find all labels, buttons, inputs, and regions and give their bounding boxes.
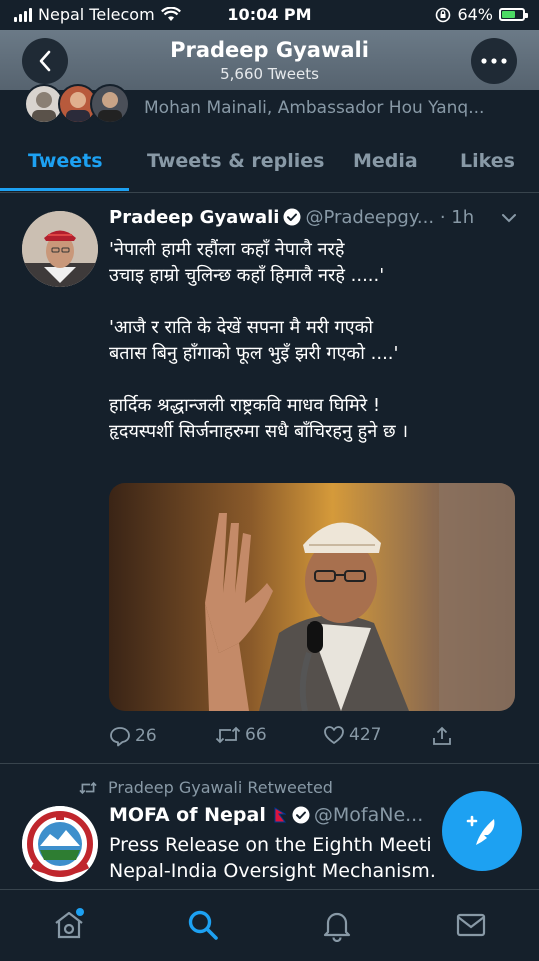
chevron-down-icon[interactable] [501,213,517,223]
nepal-flag-icon [274,807,287,823]
nav-messages[interactable] [454,908,488,946]
mail-icon [456,913,486,937]
share-button[interactable] [431,725,453,747]
profile-header-bar: Pradeep Gyawali 5,660 Tweets [0,30,539,90]
tweet-paragraph: 'नेपाली हामी रहौंला कहाँ नेपालै नरहे उचा… [109,239,385,286]
retweet-icon [215,726,241,744]
retweeted-header: MOFA of Nepal @MofaNe... [109,804,423,826]
tweet-count: 5,660 Tweets [220,65,319,83]
share-icon [433,726,451,745]
nav-home[interactable] [52,908,86,946]
reply-count: 26 [135,726,157,746]
retweeted-author-name[interactable]: MOFA of Nepal [109,804,266,826]
mofa-emblem-avatar[interactable] [22,806,98,882]
compose-feather-icon [466,815,495,845]
heart-icon [324,726,344,744]
profile-tabs: Tweets Tweets & replies Media Likes [0,140,539,193]
tweet-photo[interactable] [109,483,515,711]
verified-badge-icon [292,806,310,824]
nav-notifications[interactable] [320,908,354,946]
tweet-actions: 26 66 427 [109,723,519,753]
verified-badge-icon [283,208,301,226]
battery-percent: 64% [457,5,493,24]
tweet-text: 'नेपाली हामी रहौंला कहाँ नेपालै नरहे उचा… [109,237,519,471]
bell-icon [323,912,351,943]
tweet[interactable]: Pradeep Gyawali @Pradeepgy... · 1h 'नेपाल… [0,193,539,764]
like-button[interactable]: 427 [323,725,381,745]
followed-by-preview[interactable]: Mohan Mainali, Ambassador Hou Yanq... [0,84,539,128]
more-options-button[interactable] [471,38,517,84]
retweet-button[interactable]: 66 [215,725,267,745]
reply-button[interactable]: 26 [109,725,157,747]
bottom-navigation [0,889,539,961]
status-bar: Nepal Telecom 10:04 PM 64% [0,0,539,30]
retweet-count: 66 [245,725,267,745]
tab-tweets-replies[interactable]: Tweets & replies [147,150,324,172]
tweet-author-name[interactable]: Pradeep Gyawali [109,207,279,228]
retweet-icon [79,781,97,794]
orientation-lock-icon [436,7,451,22]
tweet-paragraph: 'आजै र राति के देखें सपना मै मरी गएको बत… [109,317,399,364]
tweet-time: · 1h [439,207,475,228]
tab-media[interactable]: Media [353,150,418,172]
retweeted-author-handle[interactable]: @MofaNe... [314,804,423,826]
followers-text: Mohan Mainali, Ambassador Hou Yanq... [144,98,485,118]
tweet-paragraph: हार्दिक श्रद्धान्जली राष्ट्रकवि माधव घिम… [109,395,409,442]
like-count: 427 [349,725,382,745]
tweet-author-handle[interactable]: @Pradeepgy... [305,207,434,228]
tweet-header: Pradeep Gyawali @Pradeepgy... · 1h [109,207,474,228]
tab-tweets[interactable]: Tweets [28,150,103,172]
nav-search[interactable] [186,908,220,946]
tweet-author-avatar[interactable] [22,211,98,287]
follower-avatar [90,84,130,124]
header-title: Pradeep Gyawali [170,38,369,62]
search-icon [188,910,218,940]
battery-icon [499,8,528,21]
reply-icon [110,727,130,747]
more-dots-icon [481,58,507,64]
active-tab-indicator [0,188,129,191]
tab-likes[interactable]: Likes [460,150,515,172]
home-icon [55,908,84,939]
retweet-context: Pradeep Gyawali Retweeted [78,778,333,797]
status-right: 64% [435,5,528,24]
compose-tweet-button[interactable] [442,791,522,871]
retweet-context-text: Pradeep Gyawali Retweeted [108,778,333,797]
